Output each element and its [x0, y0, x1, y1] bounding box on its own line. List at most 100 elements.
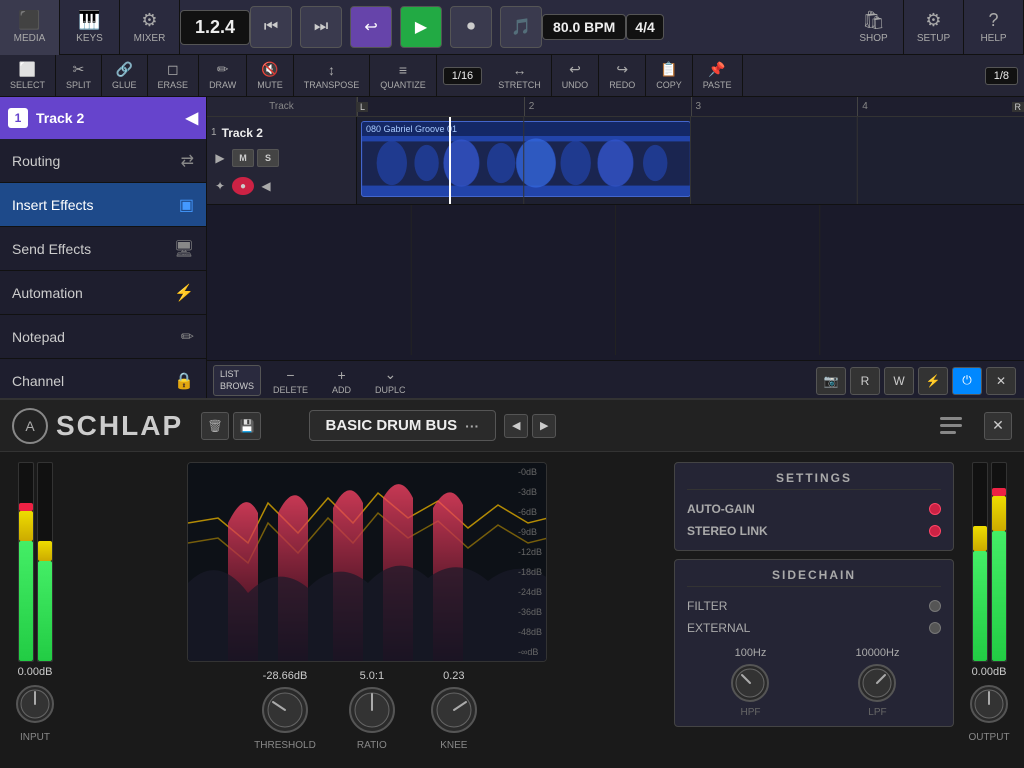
mixer-btn[interactable]: ⚙ MIXER [120, 0, 180, 55]
split-tool[interactable]: ✂ SPLIT [56, 55, 102, 97]
quantize-tool[interactable]: ≡ QUANTIZE [370, 55, 437, 97]
select-tool[interactable]: ⬜ SELECT [0, 55, 56, 97]
compressor-svg [188, 463, 547, 662]
undo-tool[interactable]: ↩ UNDO [552, 55, 600, 97]
mute-btn[interactable]: M [232, 149, 254, 167]
delete-label: DELETE [273, 385, 308, 395]
auto-gain-led[interactable] [929, 503, 941, 515]
record-lane-btn[interactable]: ● [232, 177, 254, 195]
stereo-link-led[interactable] [929, 525, 941, 537]
mute-tool[interactable]: 🔇 MUTE [247, 55, 294, 97]
ratio-knob[interactable] [346, 684, 398, 736]
solo-btn[interactable]: S [257, 149, 279, 167]
plugin-header: A SCHLAP 🗑 💾 BASIC DRUM BUS ··· ◀ ▶ ✕ [0, 400, 1024, 452]
lpf-knob[interactable] [855, 661, 899, 705]
panel-item-channel[interactable]: Channel 🔒 [0, 359, 206, 403]
loop-btn[interactable]: ↩ [350, 6, 392, 48]
w-btn[interactable]: W [884, 367, 914, 395]
copy-tool[interactable]: 📋 COPY [646, 55, 693, 97]
list-brows-btn[interactable]: LISTBROWS [213, 365, 261, 396]
duplc-icon: ⌄ [384, 366, 396, 383]
track-header[interactable]: 1 Track 2 ◀ [0, 97, 206, 139]
next-preset-btn[interactable]: ▶ [532, 414, 556, 438]
r-btn[interactable]: R [850, 367, 880, 395]
lane-content[interactable]: 080 Gabriel Groove 01 [357, 117, 1024, 204]
hpf-knob[interactable] [728, 661, 772, 705]
hamburger-menu[interactable] [936, 413, 966, 438]
glue-tool[interactable]: 🔗 GLUE [102, 55, 148, 97]
shop-icon: 🛍 [862, 10, 885, 31]
panel-item-notepad[interactable]: Notepad ✏ [0, 315, 206, 359]
copy-icon: 📋 [660, 61, 677, 78]
media-btn[interactable]: ⬛ MEDIA [0, 0, 60, 55]
bottom-track-bar: LISTBROWS − DELETE + ADD ⌄ DUPLC 📷 R W ⚡… [207, 360, 1024, 398]
quantize-value[interactable]: 1/16 [443, 67, 482, 85]
settings-title: SETTINGS [687, 471, 941, 490]
draw-tool[interactable]: ✏ DRAW [199, 55, 247, 97]
help-btn[interactable]: ? HELP [964, 0, 1024, 55]
transport-controls: ⏮ ⏭ ↩ ▶ ⏺ 🎵 [250, 6, 542, 48]
power-btn[interactable]: ⏻ [952, 367, 982, 395]
threshold-knob[interactable] [259, 684, 311, 736]
metronome-btn[interactable]: 🎵 [500, 6, 542, 48]
setup-btn[interactable]: ⚙ SETUP [904, 0, 964, 55]
forward-btn[interactable]: ⏭ [300, 6, 342, 48]
transpose-tool[interactable]: ↕ TRANSPOSE [294, 55, 371, 97]
automation-label: Automation [12, 285, 83, 301]
add-btn[interactable]: + ADD [320, 367, 363, 395]
panel-item-automation[interactable]: Automation ⚡ [0, 271, 206, 315]
tempo-display[interactable]: 1.2.4 [180, 10, 250, 45]
output-knob[interactable] [967, 682, 1011, 726]
prev-preset-btn[interactable]: ◀ [504, 414, 528, 438]
time-sig-display[interactable]: 4/4 [626, 14, 663, 40]
redo-tool[interactable]: ↪ REDO [599, 55, 646, 97]
link-btn[interactable]: ⚡ [918, 367, 948, 395]
audio-clip[interactable]: 080 Gabriel Groove 01 [361, 121, 691, 197]
main-area: 1 Track 2 ◀ Routing ⇄ Insert Effects ▣ S… [0, 97, 1024, 398]
panel-item-insert-effects[interactable]: Insert Effects ▣ [0, 183, 206, 227]
panel-item-routing[interactable]: Routing ⇄ [0, 139, 206, 183]
auto-gain-row: AUTO-GAIN [687, 498, 941, 520]
input-vu-right [37, 462, 53, 662]
clip-label: 080 Gabriel Groove 01 [362, 122, 690, 136]
save-btn[interactable]: 💾 [233, 412, 261, 440]
stretch-tool[interactable]: ↔ STRETCH [488, 55, 552, 97]
empty-grid [207, 205, 1024, 355]
channel-label: Channel [12, 373, 64, 389]
record-btn[interactable]: ⏺ [450, 6, 492, 48]
duplc-btn[interactable]: ⌄ DUPLC [363, 366, 418, 395]
threshold-value: -28.66dB [263, 670, 308, 682]
trash-btn[interactable]: 🗑 [201, 412, 229, 440]
external-row: EXTERNAL [687, 617, 941, 639]
second-toolbar: ⬜ SELECT ✂ SPLIT 🔗 GLUE ◻ ERASE ✏ DRAW 🔇… [0, 55, 1024, 97]
output-vu-left-yellow [973, 526, 987, 551]
add-label: ADD [332, 385, 351, 395]
shop-btn[interactable]: 🛍 SHOP [844, 0, 904, 55]
delete-btn[interactable]: − DELETE [261, 367, 320, 395]
track-collapse-arrow[interactable]: ◀ [186, 108, 198, 128]
rewind-btn[interactable]: ⏮ [250, 6, 292, 48]
preset-box[interactable]: BASIC DRUM BUS ··· [309, 410, 497, 441]
plugin-close-btn[interactable]: ✕ [984, 412, 1012, 440]
paste-tool[interactable]: 📌 PASTE [693, 55, 743, 97]
output-db-value: 0.00dB [972, 666, 1007, 678]
grid-value[interactable]: 1/8 [985, 67, 1018, 85]
keys-btn[interactable]: 🎹 KEYS [60, 0, 120, 55]
lane-controls: 1 Track 2 ▶ M S ✦ ● ◀ [207, 117, 357, 204]
close-track-btn[interactable]: ✕ [986, 367, 1016, 395]
quantize-icon: ≡ [399, 62, 407, 78]
preset-menu-dots[interactable]: ··· [465, 418, 479, 434]
bpm-display[interactable]: 80.0 BPM [542, 14, 626, 40]
camera-btn[interactable]: 📷 [816, 367, 846, 395]
input-knob[interactable] [13, 682, 57, 726]
hpf-value: 100Hz [735, 647, 767, 659]
knee-knob[interactable] [428, 684, 480, 736]
paste-icon: 📌 [708, 61, 725, 78]
channel-icon: 🔒 [174, 371, 194, 391]
panel-item-send-effects[interactable]: Send Effects 🖥 [0, 227, 206, 271]
filter-led[interactable] [929, 600, 941, 612]
erase-tool[interactable]: ◻ ERASE [148, 55, 200, 97]
external-led[interactable] [929, 622, 941, 634]
play-btn[interactable]: ▶ [400, 6, 442, 48]
empty-lanes [207, 205, 1024, 360]
